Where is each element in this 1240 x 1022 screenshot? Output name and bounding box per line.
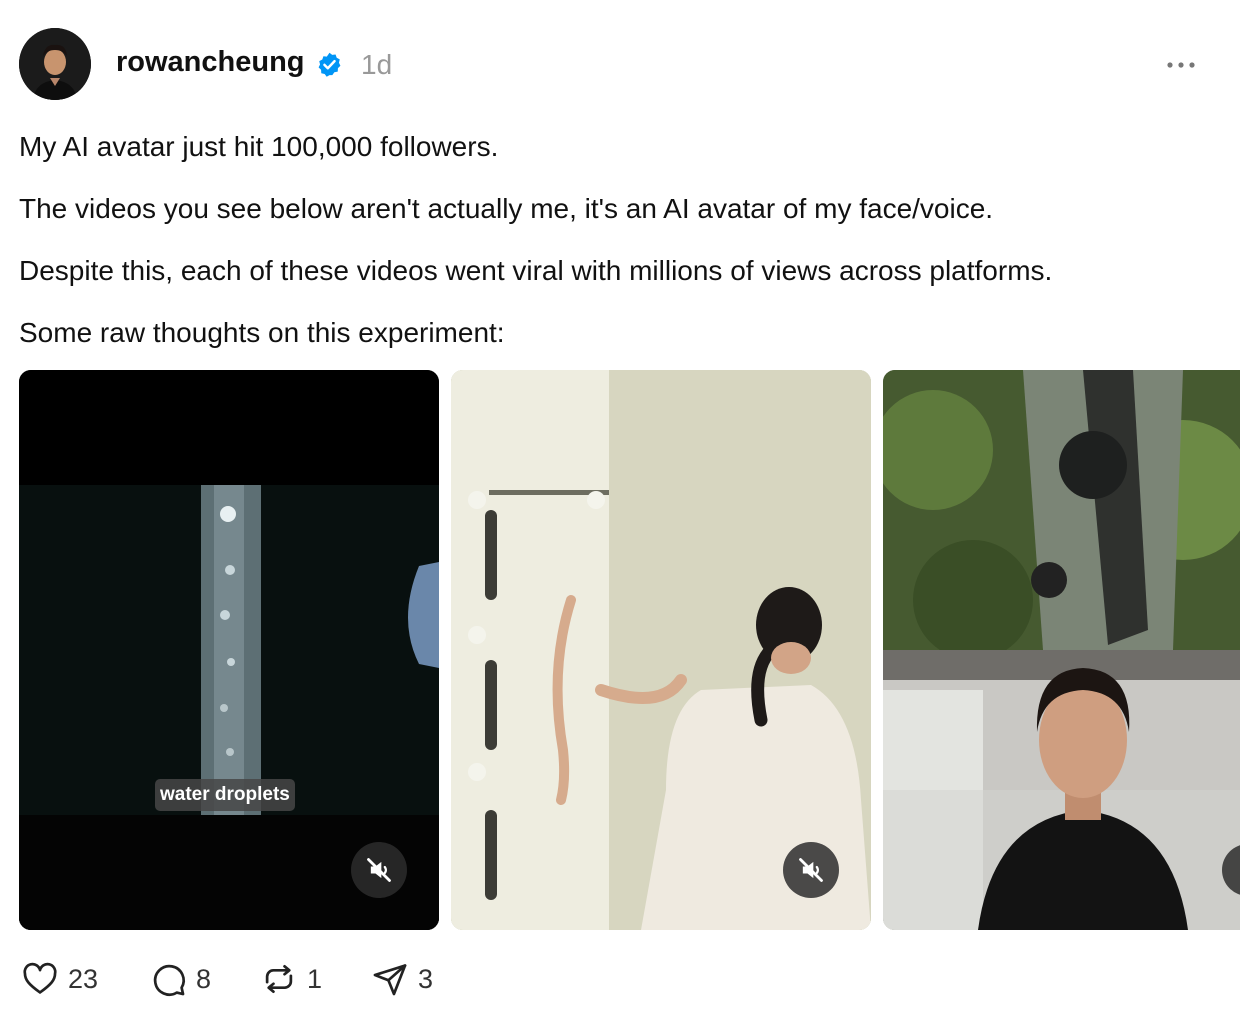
speaker-muted-icon — [799, 858, 823, 882]
video-thumbnail-3[interactable] — [883, 370, 1240, 930]
post-text-line-2: The videos you see below aren't actually… — [19, 193, 994, 224]
post-text-line-4: Some raw thoughts on this experiment: — [19, 317, 505, 348]
reply-count: 8 — [196, 963, 212, 994]
post-text-line-3: Despite this, each of these videos went … — [19, 255, 1053, 286]
mute-toggle-button-1[interactable] — [351, 842, 407, 898]
post-text-line-1: My AI avatar just hit 100,000 followers. — [19, 131, 499, 162]
reply-button[interactable]: 8 — [148, 958, 211, 1000]
mute-toggle-button-2[interactable] — [783, 842, 839, 898]
repost-button[interactable]: 1 — [259, 958, 322, 1000]
post-timestamp: 1d — [361, 49, 393, 80]
more-options-button[interactable] — [1162, 55, 1200, 75]
paper-plane-icon — [373, 964, 407, 996]
video-thumbnail-1[interactable]: water droplets — [19, 370, 439, 930]
heart-icon — [23, 962, 57, 994]
repost-arrows-icon — [265, 964, 293, 994]
share-button[interactable]: 3 — [370, 958, 433, 1000]
avatar[interactable] — [19, 28, 91, 100]
video-caption: water droplets — [155, 779, 295, 811]
comment-bubble-icon — [153, 964, 185, 996]
like-count: 23 — [68, 963, 99, 994]
username[interactable]: rowancheung — [116, 46, 305, 79]
more-horizontal-icon — [1167, 62, 1195, 68]
repost-count: 1 — [307, 963, 323, 994]
like-button[interactable]: 23 — [20, 958, 98, 1000]
verified-badge-icon — [316, 51, 343, 78]
share-count: 3 — [418, 963, 434, 994]
video-thumbnail-2[interactable] — [451, 370, 871, 930]
speaker-muted-icon — [367, 858, 391, 882]
